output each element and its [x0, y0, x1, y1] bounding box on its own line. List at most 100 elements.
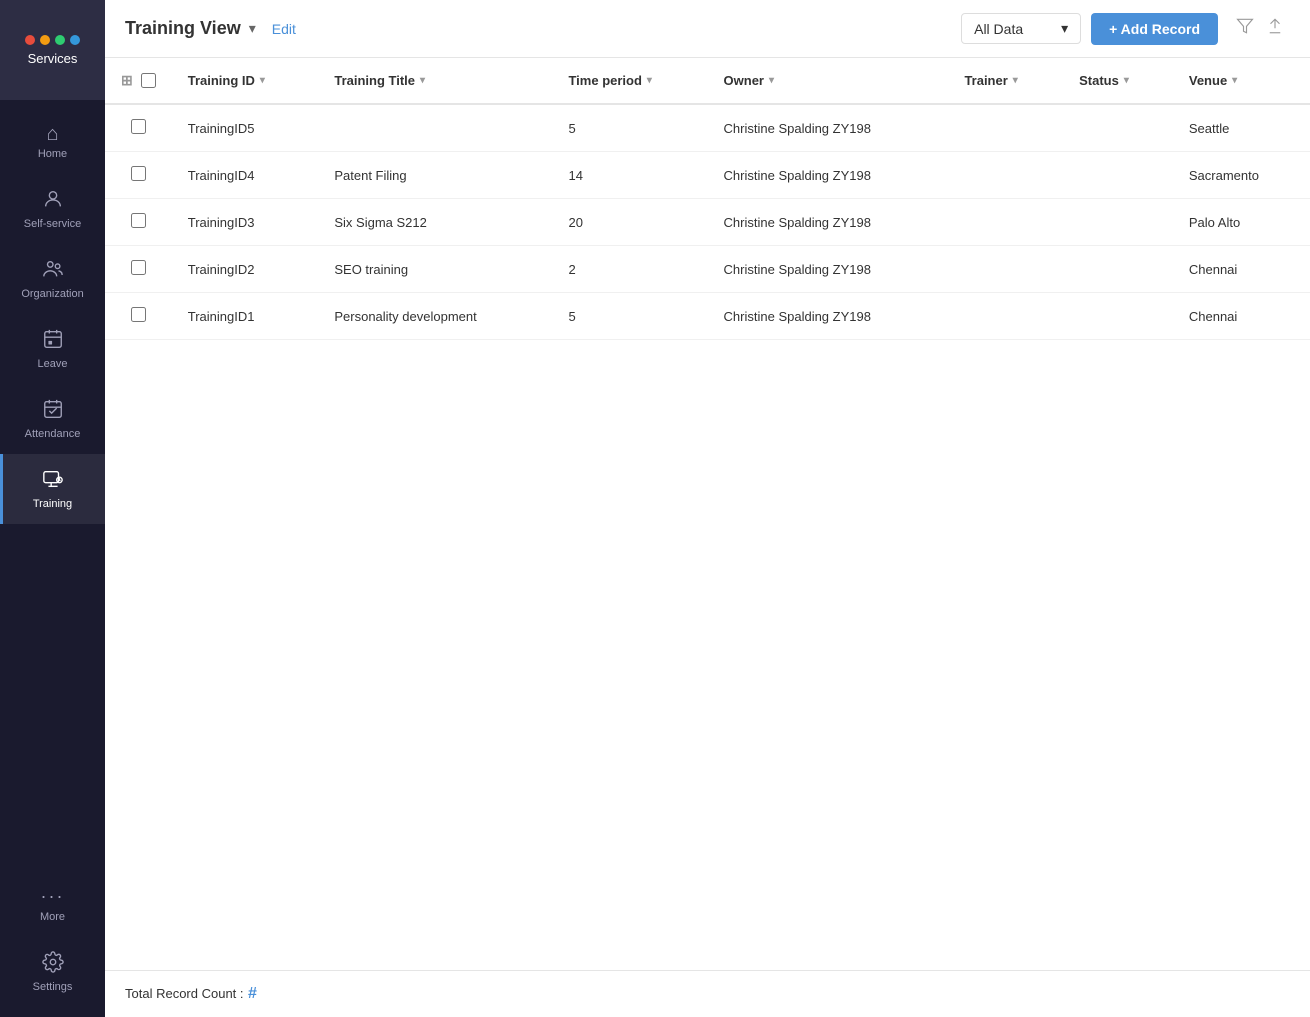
- sidebar-item-home[interactable]: ⌂ Home: [0, 110, 105, 174]
- table-row[interactable]: TrainingID4 Patent Filing 14 Christine S…: [105, 152, 1310, 199]
- table-area: ⊞ Training ID ▾ Training Title ▾: [105, 58, 1310, 970]
- col-chevron-owner: ▾: [769, 75, 774, 86]
- row-checkbox[interactable]: [131, 213, 146, 228]
- sidebar-item-label: Attendance: [25, 428, 81, 440]
- sidebar-item-label: Self-service: [24, 218, 81, 230]
- sidebar-item-label: Training: [33, 498, 72, 510]
- settings-icon: [42, 951, 64, 977]
- footer: Total Record Count : #: [105, 970, 1310, 1017]
- dot-red: [25, 35, 35, 45]
- footer-label: Total Record Count :: [125, 986, 244, 1001]
- table-header-row: ⊞ Training ID ▾ Training Title ▾: [105, 58, 1310, 104]
- main-content: Training View ▾ Edit All Data ▾ + Add Re…: [105, 0, 1310, 1017]
- sidebar: Services ⌂ Home Self-service Organizatio…: [0, 0, 105, 1017]
- col-header-owner[interactable]: Owner ▾: [708, 58, 949, 104]
- sidebar-bottom: ··· More Settings: [0, 872, 105, 1017]
- cell-time-period: 2: [552, 246, 707, 293]
- sidebar-item-label: Leave: [38, 358, 68, 370]
- row-checkbox[interactable]: [131, 166, 146, 181]
- row-checkbox[interactable]: [131, 119, 146, 134]
- filter-dropdown[interactable]: All Data ▾: [961, 13, 1081, 44]
- footer-count: #: [248, 985, 257, 1002]
- col-chevron-training-title: ▾: [420, 75, 425, 86]
- col-header-training-id[interactable]: Training ID ▾: [172, 58, 319, 104]
- col-label-training-title: Training Title: [334, 73, 415, 88]
- col-chevron-trainer: ▾: [1013, 75, 1018, 86]
- cell-time-period: 5: [552, 293, 707, 340]
- cell-time-period: 14: [552, 152, 707, 199]
- sidebar-nav: ⌂ Home Self-service Organization Leave: [0, 100, 105, 872]
- services-dots-icon: [25, 35, 80, 45]
- col-header-training-title[interactable]: Training Title ▾: [318, 58, 552, 104]
- cell-owner: Christine Spalding ZY198: [708, 293, 949, 340]
- export-icon-button[interactable]: [1260, 13, 1290, 44]
- cell-venue: Palo Alto: [1173, 199, 1310, 246]
- col-header-venue[interactable]: Venue ▾: [1173, 58, 1310, 104]
- cell-training-title: SEO training: [318, 246, 552, 293]
- cell-owner: Christine Spalding ZY198: [708, 152, 949, 199]
- cell-trainer: [948, 199, 1063, 246]
- sidebar-item-self-service[interactable]: Self-service: [0, 174, 105, 244]
- select-all-checkbox[interactable]: [141, 73, 156, 88]
- cell-training-id: TrainingID2: [172, 246, 319, 293]
- col-header-time-period[interactable]: Time period ▾: [552, 58, 707, 104]
- table-body: TrainingID5 5 Christine Spalding ZY198 S…: [105, 104, 1310, 340]
- cell-venue: Chennai: [1173, 293, 1310, 340]
- cell-training-title: Six Sigma S212: [318, 199, 552, 246]
- row-checkbox[interactable]: [131, 260, 146, 275]
- cell-training-id: TrainingID5: [172, 104, 319, 152]
- add-record-button[interactable]: + Add Record: [1091, 13, 1218, 45]
- column-settings-icon[interactable]: ⊞: [121, 72, 133, 89]
- cell-trainer: [948, 152, 1063, 199]
- sidebar-item-organization[interactable]: Organization: [0, 244, 105, 314]
- sidebar-item-attendance[interactable]: Attendance: [0, 384, 105, 454]
- table-row[interactable]: TrainingID5 5 Christine Spalding ZY198 S…: [105, 104, 1310, 152]
- topbar: Training View ▾ Edit All Data ▾ + Add Re…: [105, 0, 1310, 58]
- cell-venue: Sacramento: [1173, 152, 1310, 199]
- col-label-owner: Owner: [724, 73, 764, 88]
- dot-green: [55, 35, 65, 45]
- cell-training-title: Patent Filing: [318, 152, 552, 199]
- leave-icon: [42, 328, 64, 354]
- title-chevron-icon: ▾: [249, 20, 256, 37]
- col-chevron-training-id: ▾: [260, 75, 265, 86]
- sidebar-item-more[interactable]: ··· More: [0, 872, 105, 937]
- sidebar-item-leave[interactable]: Leave: [0, 314, 105, 384]
- table-row[interactable]: TrainingID2 SEO training 2 Christine Spa…: [105, 246, 1310, 293]
- sidebar-item-label: More: [40, 911, 65, 923]
- cell-trainer: [948, 246, 1063, 293]
- page-title: Training View: [125, 18, 241, 39]
- cell-training-title: Personality development: [318, 293, 552, 340]
- cell-owner: Christine Spalding ZY198: [708, 104, 949, 152]
- col-chevron-venue: ▾: [1232, 75, 1237, 86]
- header-toolbar-cell: ⊞: [105, 58, 172, 104]
- sidebar-item-settings[interactable]: Settings: [0, 937, 105, 1007]
- cell-owner: Christine Spalding ZY198: [708, 199, 949, 246]
- cell-trainer: [948, 104, 1063, 152]
- training-table: ⊞ Training ID ▾ Training Title ▾: [105, 58, 1310, 340]
- cell-training-id: TrainingID1: [172, 293, 319, 340]
- cell-training-id: TrainingID4: [172, 152, 319, 199]
- col-label-status: Status: [1079, 73, 1119, 88]
- filter-icon-button[interactable]: [1230, 13, 1260, 44]
- col-header-status[interactable]: Status ▾: [1063, 58, 1173, 104]
- cell-training-id: TrainingID3: [172, 199, 319, 246]
- table-row[interactable]: TrainingID3 Six Sigma S212 20 Christine …: [105, 199, 1310, 246]
- col-header-trainer[interactable]: Trainer ▾: [948, 58, 1063, 104]
- services-label: Services: [28, 51, 78, 66]
- edit-link[interactable]: Edit: [272, 21, 296, 37]
- cell-status: [1063, 199, 1173, 246]
- sidebar-item-label: Settings: [33, 981, 73, 993]
- dot-yellow: [40, 35, 50, 45]
- sidebar-services[interactable]: Services: [0, 0, 105, 100]
- cell-venue: Chennai: [1173, 246, 1310, 293]
- row-checkbox[interactable]: [131, 307, 146, 322]
- cell-venue: Seattle: [1173, 104, 1310, 152]
- col-chevron-status: ▾: [1124, 75, 1129, 86]
- attendance-icon: [42, 398, 64, 424]
- sidebar-item-training[interactable]: Training: [0, 454, 105, 524]
- active-bar: [0, 454, 3, 524]
- training-icon: [42, 468, 64, 494]
- table-row[interactable]: TrainingID1 Personality development 5 Ch…: [105, 293, 1310, 340]
- row-checkbox-cell: [105, 293, 172, 340]
